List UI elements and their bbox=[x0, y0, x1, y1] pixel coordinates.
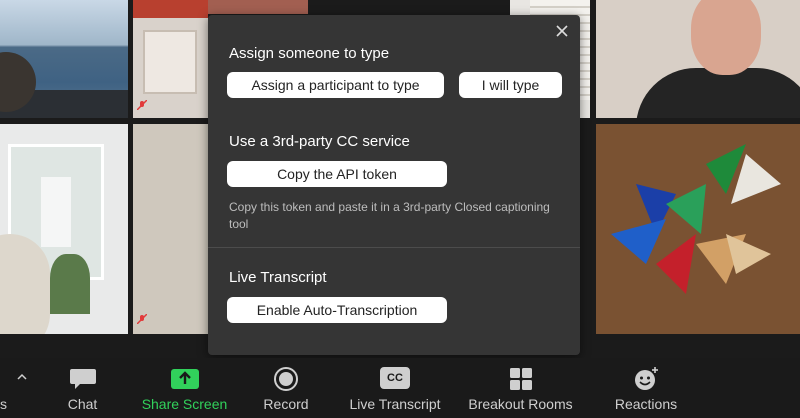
i-will-type-button[interactable]: I will type bbox=[459, 72, 562, 98]
breakout-rooms-icon bbox=[509, 368, 532, 390]
video-tile-wall bbox=[133, 124, 208, 334]
ribbon-star-image bbox=[611, 144, 781, 294]
participant-face bbox=[691, 0, 761, 75]
toolbar-item-label: s bbox=[0, 396, 7, 412]
copy-api-token-button[interactable]: Copy the API token bbox=[227, 161, 447, 187]
chat-label: Chat bbox=[67, 396, 98, 412]
toolbar-item-partial[interactable]: s bbox=[0, 358, 30, 418]
breakout-rooms-button[interactable]: Breakout Rooms bbox=[463, 358, 578, 418]
record-label: Record bbox=[263, 396, 309, 412]
record-icon bbox=[274, 367, 298, 391]
live-transcript-label: Live Transcript bbox=[349, 396, 441, 412]
reactions-label: Reactions bbox=[614, 396, 678, 412]
red-wall bbox=[133, 0, 208, 18]
assign-heading: Assign someone to type bbox=[229, 45, 390, 62]
third-party-heading: Use a 3rd-party CC service bbox=[229, 133, 410, 150]
record-button[interactable]: Record bbox=[255, 358, 317, 418]
participant-body bbox=[636, 68, 800, 118]
mic-muted-icon bbox=[137, 100, 147, 110]
live-transcript-heading: Live Transcript bbox=[229, 269, 327, 286]
reactions-icon bbox=[635, 367, 658, 390]
plant bbox=[50, 254, 90, 314]
share-screen-label: Share Screen bbox=[141, 396, 228, 412]
breakout-rooms-label: Breakout Rooms bbox=[468, 396, 573, 412]
close-icon[interactable] bbox=[554, 23, 570, 39]
mic-muted-icon bbox=[137, 314, 147, 324]
video-tile-room bbox=[133, 0, 208, 118]
share-screen-button[interactable]: Share Screen bbox=[137, 358, 232, 418]
enable-auto-transcription-button[interactable]: Enable Auto-Transcription bbox=[227, 297, 447, 323]
chat-icon bbox=[69, 369, 96, 389]
video-tile-man bbox=[596, 0, 800, 118]
third-party-note: Copy this token and paste it in a 3rd-pa… bbox=[229, 200, 550, 231]
shelf bbox=[143, 30, 197, 94]
cc-icon: CC bbox=[380, 367, 410, 389]
video-tile-top bbox=[208, 0, 308, 14]
video-tile-ribbons bbox=[596, 124, 800, 334]
video-tile-ocean bbox=[0, 0, 128, 118]
caret-up-icon[interactable] bbox=[17, 372, 27, 382]
chat-button[interactable]: Chat bbox=[55, 358, 110, 418]
closed-caption-popup: Assign someone to type Assign a particip… bbox=[208, 15, 580, 355]
meeting-toolbar: s Chat Share Screen Record CC Live Trans… bbox=[0, 358, 800, 418]
reactions-button[interactable]: Reactions bbox=[610, 358, 682, 418]
share-screen-icon bbox=[170, 369, 199, 389]
live-transcript-button[interactable]: CC Live Transcript bbox=[343, 358, 447, 418]
video-tile-window bbox=[0, 124, 128, 334]
assign-participant-button[interactable]: Assign a participant to type bbox=[227, 72, 444, 98]
section-divider bbox=[208, 247, 580, 248]
